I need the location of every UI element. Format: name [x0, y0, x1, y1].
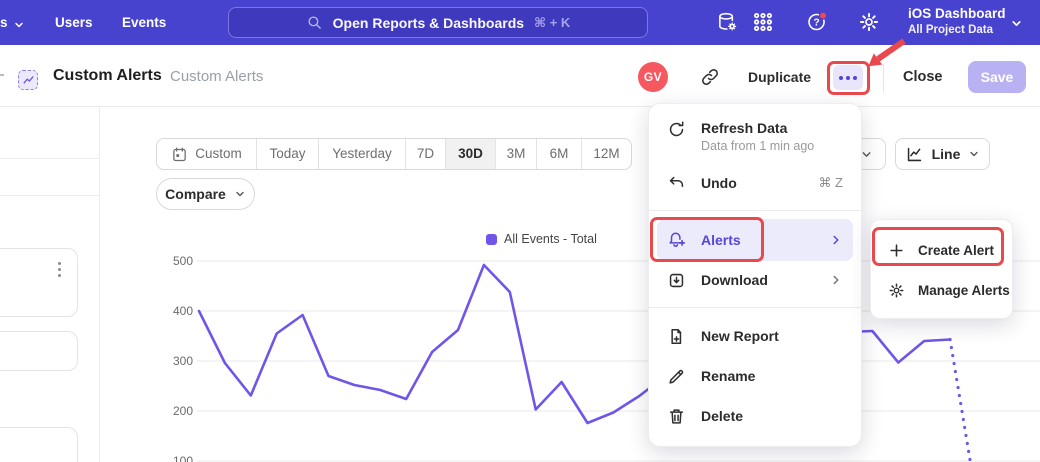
- chevron-right-icon: [829, 273, 843, 287]
- refresh-icon: [667, 120, 686, 139]
- range-7d[interactable]: 7D: [406, 139, 446, 169]
- duplicate-button[interactable]: Duplicate: [748, 62, 811, 92]
- page-title: Custom Alerts: [53, 62, 162, 90]
- nav-item-fragment[interactable]: s: [0, 0, 8, 45]
- submenu-item-label: Manage Alerts: [918, 283, 1010, 298]
- close-button[interactable]: Close: [903, 62, 943, 92]
- date-range-selector: Custom Today Yesterday 7D 30D 3M 6M 12M: [156, 138, 632, 170]
- notification-dot: [819, 12, 826, 19]
- search-placeholder: Open Reports & Dashboards: [333, 15, 524, 31]
- avatar[interactable]: GV: [638, 62, 668, 92]
- range-30d-selected[interactable]: 30D: [446, 139, 496, 169]
- gear-icon[interactable]: [858, 11, 880, 33]
- menu-item-new-report[interactable]: New Report: [649, 316, 861, 356]
- trash-icon: [667, 407, 686, 426]
- help-icon[interactable]: ?: [806, 11, 828, 33]
- apps-grid-icon[interactable]: [752, 11, 774, 33]
- report-type-icon[interactable]: [18, 70, 38, 90]
- alerts-submenu: Create Alert Manage Alerts: [870, 219, 1013, 319]
- y-axis-label: 100: [173, 454, 193, 462]
- chevron-down-icon: [234, 188, 246, 200]
- top-navigation-bar: s Users Events Open Reports & Dashboards…: [0, 0, 1040, 45]
- download-icon: [667, 271, 686, 290]
- chevron-down-icon: [13, 19, 25, 31]
- svg-text:?: ?: [813, 18, 819, 29]
- menu-item-alerts[interactable]: Alerts: [657, 219, 853, 261]
- y-axis-label: 500: [173, 254, 193, 268]
- menu-divider: [649, 307, 861, 308]
- submenu-item-manage-alerts[interactable]: Manage Alerts: [871, 270, 1012, 310]
- report-header: Custom Alerts Custom Alerts GV Duplicate…: [0, 45, 1040, 107]
- search-icon: [306, 14, 323, 31]
- more-options-button[interactable]: [833, 65, 863, 90]
- collapsed-icon-fragment: [0, 74, 4, 76]
- nav-item-users[interactable]: Users: [55, 0, 93, 45]
- undo-icon: [667, 174, 686, 193]
- range-custom[interactable]: Custom: [157, 139, 257, 169]
- chart-type-button[interactable]: Line: [895, 138, 990, 170]
- app-window: s Users Events Open Reports & Dashboards…: [0, 0, 1040, 462]
- chevron-down-icon: [968, 148, 980, 160]
- range-yesterday[interactable]: Yesterday: [319, 139, 406, 169]
- line-chart-icon: [22, 74, 35, 87]
- menu-item-delete[interactable]: Delete: [649, 396, 861, 436]
- range-6m[interactable]: 6M: [537, 139, 582, 169]
- menu-item-sublabel: Data from 1 min ago: [701, 139, 814, 153]
- chevron-down-icon: [1010, 17, 1023, 30]
- menu-item-label: Refresh Data: [701, 118, 814, 138]
- submenu-item-create-alert[interactable]: Create Alert: [871, 230, 1012, 270]
- project-subtitle: All Project Data: [908, 23, 1006, 38]
- nav-fragment-label: s: [0, 15, 8, 30]
- chart-type-label: Line: [932, 146, 961, 162]
- gear-icon: [888, 282, 905, 299]
- range-12m[interactable]: 12M: [582, 139, 631, 169]
- search-shortcut: ⌘ + K: [534, 15, 570, 31]
- bell-plus-icon: [667, 231, 686, 250]
- project-selector[interactable]: iOS Dashboard All Project Data: [908, 5, 1006, 38]
- pencil-icon: [667, 367, 686, 386]
- sidebar-card[interactable]: [0, 331, 78, 371]
- project-title: iOS Dashboard: [908, 5, 1006, 23]
- menu-item-label: Undo: [701, 173, 737, 193]
- copy-link-icon[interactable]: [700, 67, 720, 87]
- menu-item-download[interactable]: Download: [649, 261, 861, 299]
- more-options-menu: Refresh Data Data from 1 min ago Undo ⌘ …: [648, 103, 862, 447]
- line-chart-icon: [905, 145, 924, 164]
- nav-item-events[interactable]: Events: [122, 0, 166, 45]
- header-divider: [883, 64, 884, 92]
- sidebar-card[interactable]: [0, 427, 78, 462]
- new-report-icon: [667, 327, 686, 346]
- breadcrumb[interactable]: Custom Alerts: [170, 64, 263, 90]
- menu-item-label: Rename: [701, 366, 755, 386]
- y-axis-label: 400: [173, 304, 193, 318]
- search-input[interactable]: Open Reports & Dashboards ⌘ + K: [228, 7, 648, 38]
- kebab-menu-icon[interactable]: [58, 262, 61, 277]
- save-button[interactable]: Save: [968, 61, 1026, 93]
- submenu-item-label: Create Alert: [918, 243, 994, 258]
- data-management-icon[interactable]: [716, 11, 738, 33]
- menu-item-label: Alerts: [701, 230, 741, 250]
- range-today[interactable]: Today: [257, 139, 319, 169]
- menu-shortcut: ⌘ Z: [818, 175, 843, 191]
- calendar-icon: [171, 146, 188, 163]
- y-axis-label: 300: [173, 354, 193, 368]
- sidebar-card[interactable]: [0, 248, 78, 317]
- menu-item-label: Download: [701, 270, 768, 290]
- menu-item-label: Delete: [701, 406, 743, 426]
- sidebar-divider: [0, 195, 99, 196]
- menu-item-rename[interactable]: Rename: [649, 356, 861, 396]
- range-label: Custom: [195, 139, 242, 169]
- range-3m[interactable]: 3M: [496, 139, 537, 169]
- compare-button[interactable]: Compare: [156, 178, 255, 210]
- chevron-right-icon: [829, 233, 843, 247]
- menu-item-undo[interactable]: Undo ⌘ Z: [649, 164, 861, 202]
- menu-divider: [649, 210, 861, 211]
- menu-item-label: New Report: [701, 326, 779, 346]
- series-line-incomplete-dotted[interactable]: [950, 340, 976, 462]
- plus-icon: [888, 242, 905, 259]
- sidebar-divider: [0, 158, 99, 159]
- compare-label: Compare: [165, 186, 226, 202]
- y-axis-label: 200: [173, 404, 193, 418]
- menu-item-refresh-data[interactable]: Refresh Data Data from 1 min ago: [649, 114, 861, 164]
